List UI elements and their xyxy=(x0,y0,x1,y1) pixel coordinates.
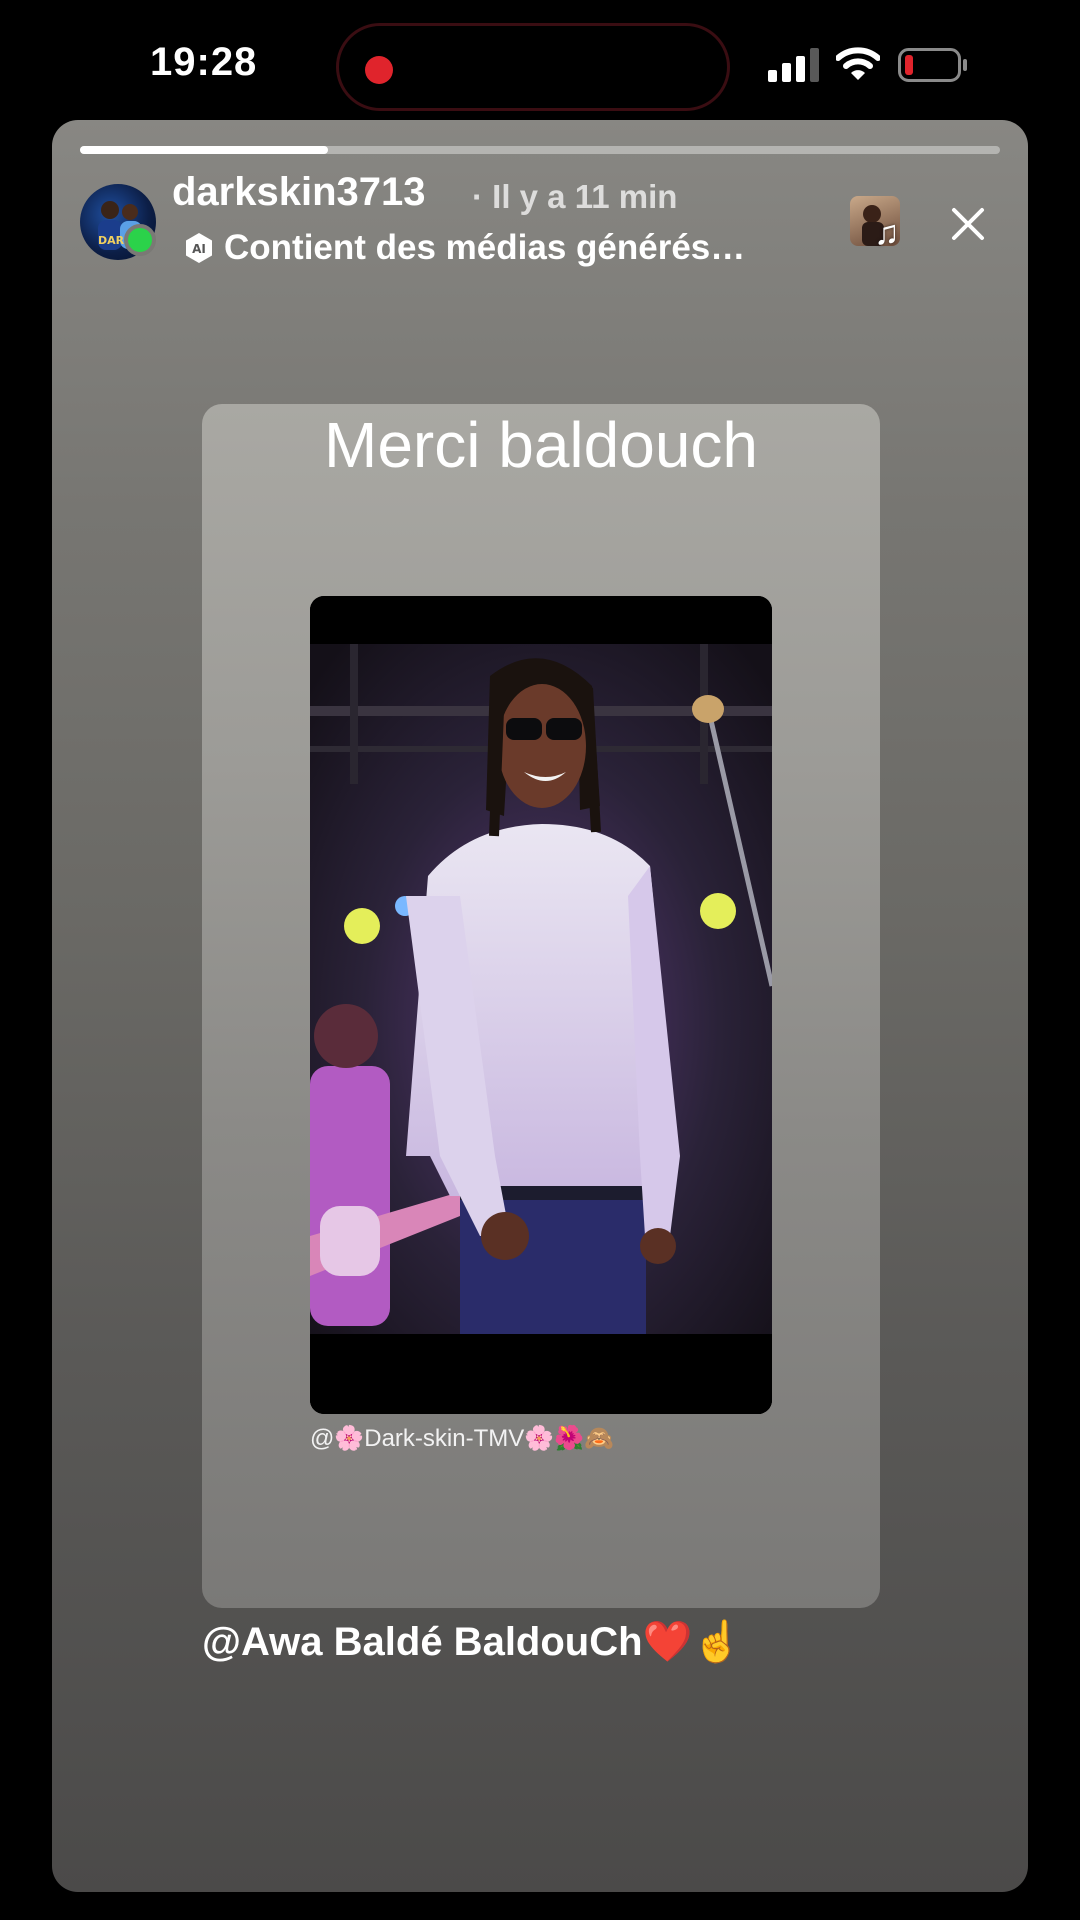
online-status-dot xyxy=(124,224,156,256)
wifi-icon xyxy=(836,47,880,80)
recording-indicator-icon xyxy=(365,56,393,84)
media-watermark-text: @🌸Dark-skin-TMV🌸🌺🙈 xyxy=(310,1425,614,1452)
close-button[interactable] xyxy=(938,194,998,254)
mention-sticker[interactable]: @Awa Baldé BaldouCh❤️☝️ xyxy=(202,1618,742,1665)
shared-video-media[interactable] xyxy=(310,596,772,1414)
story-time-ago: · Il y a 11 min xyxy=(472,178,678,215)
battery-low-icon xyxy=(898,48,967,82)
dynamic-island xyxy=(336,23,730,111)
close-icon xyxy=(952,208,984,240)
svg-text:AI: AI xyxy=(192,242,206,256)
story-viewer[interactable]: DARK darkskin3713 · Il y a 11 min AI Con… xyxy=(52,120,1028,1892)
story-title-text: Merci baldouch xyxy=(324,409,758,481)
ai-label-text: Contient des médias générés… xyxy=(224,228,746,267)
cellular-signal-icon xyxy=(768,48,819,82)
shared-post-card[interactable]: Merci baldouch @🌸Dark-skin-TMV🌸🌺🙈 xyxy=(202,404,880,1608)
story-progress-bar xyxy=(80,146,1000,154)
story-username[interactable]: darkskin3713 xyxy=(172,170,426,215)
music-note-icon: ♫ xyxy=(874,214,900,252)
ai-content-label[interactable]: AI Contient des médias générés… xyxy=(184,226,745,270)
status-time: 19:28 xyxy=(150,40,258,84)
status-bar: 19:28 xyxy=(0,0,1080,120)
story-progress-fill xyxy=(80,146,329,154)
ai-badge-icon: AI xyxy=(186,233,212,263)
